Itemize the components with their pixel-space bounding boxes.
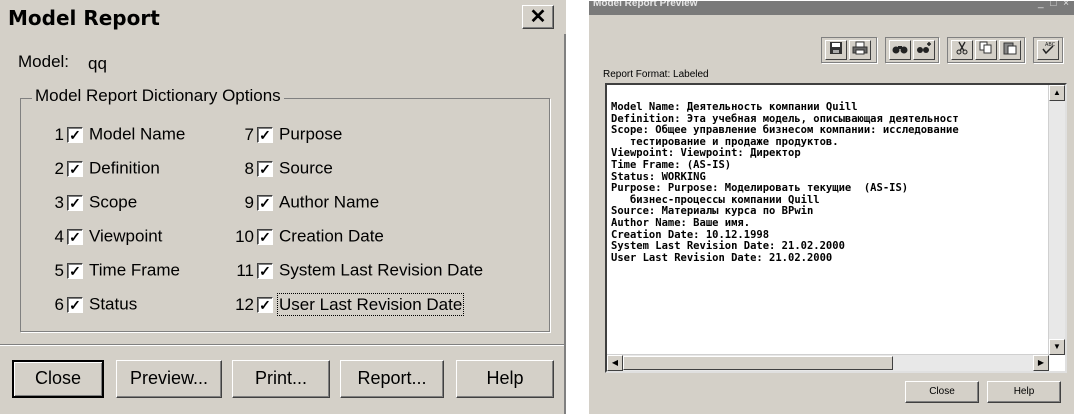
option-label: Definition: [89, 158, 160, 178]
option-label: Source: [279, 158, 333, 178]
dialog-title: Model Report: [8, 6, 160, 30]
report-button[interactable]: Report...: [340, 360, 444, 398]
option-number: 3: [54, 192, 64, 212]
option-number: 8: [244, 158, 254, 178]
preview-button[interactable]: Preview...: [116, 360, 222, 398]
checkbox-system-last-revision-date[interactable]: ✓: [257, 262, 273, 279]
option-author-name[interactable]: 9 ✓ Author Name: [232, 192, 380, 216]
option-label: User Last Revision Date: [276, 292, 465, 316]
option-definition[interactable]: 2 ✓ Definition: [48, 158, 160, 182]
find-next-icon[interactable]: [913, 40, 935, 60]
checkbox-source[interactable]: ✓: [257, 160, 273, 177]
checkbox-user-last-revision-date[interactable]: ✓: [257, 296, 273, 313]
divider: [0, 344, 564, 346]
option-label: System Last Revision Date: [279, 260, 484, 280]
option-label: Time Frame: [89, 260, 180, 280]
checkbox-creation-date[interactable]: ✓: [257, 228, 273, 245]
checkbox-scope[interactable]: ✓: [67, 194, 83, 211]
option-scope[interactable]: 3 ✓ Scope: [48, 192, 138, 216]
scroll-down-icon[interactable]: ▼: [1049, 339, 1065, 355]
checkbox-status[interactable]: ✓: [67, 296, 83, 313]
horizontal-scrollbar[interactable]: ◀ ▶: [607, 354, 1049, 371]
option-number: 4: [54, 226, 64, 246]
option-number: 9: [244, 192, 254, 212]
window-controls[interactable]: _ □ ×: [1038, 1, 1071, 9]
option-purpose[interactable]: 7 ✓ Purpose: [232, 124, 343, 148]
option-number: 12: [235, 294, 254, 314]
preview-title-bar: Model Report Preview _ □ ×: [589, 1, 1074, 15]
model-value: qq: [88, 54, 107, 73]
print-icon[interactable]: [849, 40, 871, 60]
toolbar-group-file: [821, 37, 877, 63]
paste-icon[interactable]: [999, 40, 1021, 60]
print-button[interactable]: Print...: [232, 360, 330, 398]
option-user-last-revision-date[interactable]: 12 ✓ User Last Revision Date: [232, 292, 465, 318]
vertical-scrollbar[interactable]: ▲ ▼: [1048, 85, 1065, 355]
option-number: 11: [236, 260, 254, 280]
report-line: Author Name: Ваше имя.: [611, 217, 751, 229]
report-format-label: Report Format: Labeled: [603, 69, 709, 80]
report-line: Time Frame: (AS-IS): [611, 159, 732, 171]
preview-help-button[interactable]: Help: [987, 381, 1061, 403]
preview-title: Model Report Preview: [593, 1, 698, 9]
model-label: Model:: [18, 52, 70, 71]
option-label: Status: [89, 294, 138, 314]
toolbar-group-edit: [947, 37, 1025, 63]
option-status[interactable]: 6 ✓ Status: [48, 294, 138, 318]
toolbar-group-find: [885, 37, 939, 63]
help-button[interactable]: Help: [456, 360, 554, 398]
option-number: 10: [235, 226, 254, 246]
option-time-frame[interactable]: 5 ✓ Time Frame: [48, 260, 180, 284]
option-label: Purpose: [279, 124, 343, 144]
checkbox-viewpoint[interactable]: ✓: [67, 228, 83, 245]
svg-text:ABC: ABC: [1045, 42, 1056, 48]
option-label: Model Name: [89, 124, 186, 144]
option-label: Author Name: [279, 192, 380, 212]
close-icon[interactable]: ✕: [522, 5, 554, 29]
option-system-last-revision-date[interactable]: 11 ✓ System Last Revision Date: [232, 260, 483, 284]
find-icon[interactable]: [889, 40, 911, 60]
horizontal-scroll-thumb[interactable]: [623, 356, 893, 370]
option-source[interactable]: 8 ✓ Source: [232, 158, 333, 182]
save-icon[interactable]: [825, 40, 847, 60]
option-number: 2: [54, 158, 64, 178]
scroll-up-icon[interactable]: ▲: [1049, 85, 1065, 101]
checkbox-time-frame[interactable]: ✓: [67, 262, 83, 279]
option-number: 6: [54, 294, 64, 314]
spell-check-icon[interactable]: ABC: [1037, 40, 1059, 60]
toolbar-group-spell: ABC: [1033, 37, 1063, 63]
checkbox-purpose[interactable]: ✓: [257, 126, 273, 143]
report-line: User Last Revision Date: 21.02.2000: [611, 251, 833, 264]
checkbox-author-name[interactable]: ✓: [257, 194, 273, 211]
option-label: Viewpoint: [89, 226, 163, 246]
option-model-name[interactable]: 1 ✓ Model Name: [48, 124, 186, 148]
close-button[interactable]: Close: [12, 360, 104, 398]
title-bar: Model Report ✕: [0, 0, 566, 34]
model-report-dialog: Model Report ✕ Model: qq Model Report Di…: [0, 0, 566, 414]
scroll-right-icon[interactable]: ▶: [1033, 355, 1049, 371]
option-number: 7: [244, 124, 254, 144]
options-group-title: Model Report Dictionary Options: [32, 86, 284, 106]
checkbox-definition[interactable]: ✓: [67, 160, 83, 177]
option-label: Creation Date: [279, 226, 384, 246]
option-number: 1: [54, 124, 64, 144]
copy-icon[interactable]: [975, 40, 997, 60]
option-label: Scope: [89, 192, 138, 212]
scroll-left-icon[interactable]: ◀: [607, 355, 623, 371]
checkbox-model-name[interactable]: ✓: [67, 126, 83, 143]
report-line: Model Name: Деятельность компании Quill: [611, 101, 858, 113]
option-number: 5: [54, 260, 64, 280]
option-creation-date[interactable]: 10 ✓ Creation Date: [232, 226, 384, 250]
preview-close-button[interactable]: Close: [905, 381, 979, 403]
report-text-area[interactable]: Model Name: Деятельность компании Quill …: [605, 83, 1067, 373]
model-report-preview-window: Model Report Preview _ □ × ABC Report Fo…: [588, 0, 1074, 414]
option-viewpoint[interactable]: 4 ✓ Viewpoint: [48, 226, 163, 250]
cut-icon[interactable]: [951, 40, 973, 60]
